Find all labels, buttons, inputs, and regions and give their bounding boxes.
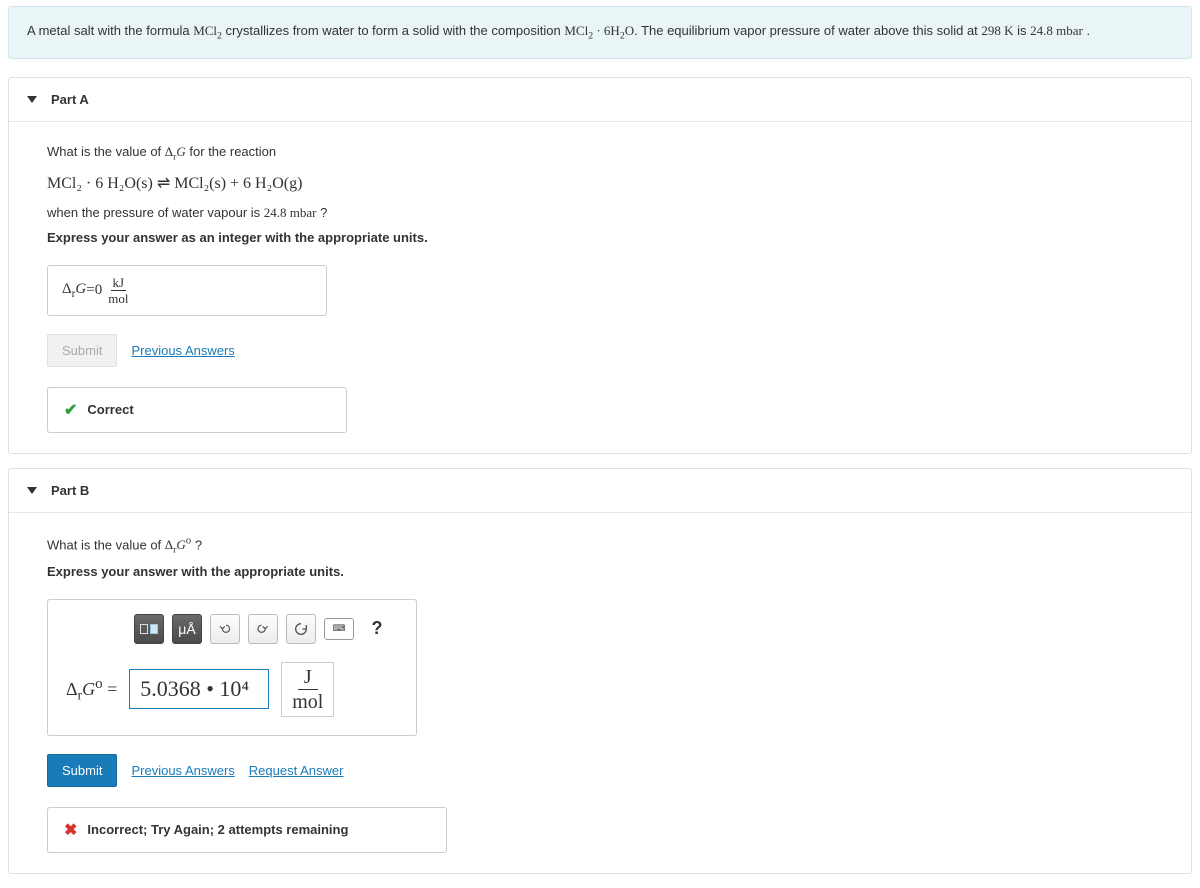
part-a-answer-display: ΔrG = 0 kJ mol: [47, 265, 327, 316]
equals: =: [86, 282, 94, 299]
check-icon: ✔: [64, 400, 77, 420]
previous-answers-link[interactable]: Previous Answers: [131, 763, 234, 778]
part-a-question: What is the value of ΔrG for the reactio…: [47, 140, 1153, 167]
pressure: 24.8 mbar: [1030, 23, 1083, 38]
keyboard-icon: ⌨: [333, 623, 346, 634]
unit-numerator: kJ: [111, 276, 127, 291]
units-button[interactable]: μÅ: [172, 614, 202, 644]
previous-answers-link[interactable]: Previous Answers: [131, 343, 234, 358]
input-toolbar: μÅ ⌨ ?: [134, 614, 398, 644]
caret-down-icon: [27, 487, 37, 494]
feedback-text: Incorrect; Try Again; 2 attempts remaini…: [87, 822, 348, 837]
part-b-question: What is the value of ΔrGo ?: [47, 531, 1153, 560]
answer-lhs: ΔrG: [62, 281, 86, 300]
part-b-title: Part B: [51, 483, 89, 498]
undo-icon: [217, 621, 233, 637]
part-a-instructions: Express your answer as an integer with t…: [47, 226, 1153, 251]
intro-text: .: [1083, 23, 1090, 38]
keyboard-button[interactable]: ⌨: [324, 618, 354, 640]
answer-units: kJ mol: [108, 276, 128, 305]
value-input[interactable]: 5.0368 • 10⁴: [129, 669, 269, 709]
part-b-input-panel: μÅ ⌨ ? ΔrGo = 5.0368 • 10⁴: [47, 599, 417, 736]
delta-r-g-symbol: ΔrG: [165, 144, 186, 159]
intro-text: is: [1014, 23, 1031, 38]
unit-denominator: mol: [292, 690, 323, 712]
help-button[interactable]: ?: [362, 614, 392, 644]
answer-value: 0: [95, 282, 103, 299]
q-text: What is the value of: [47, 537, 165, 552]
redo-icon: [255, 621, 271, 637]
part-a-feedback: ✔ Correct: [47, 387, 347, 433]
feedback-text: Correct: [87, 402, 133, 417]
template-slot-icon: [140, 624, 148, 634]
part-a-body: What is the value of ΔrG for the reactio…: [9, 122, 1191, 452]
reaction-equation: MCl₂ · 6 H₂O(s) ⇌ MCl₂(s) + 6 H₂O(g): [47, 173, 1153, 193]
reset-icon: [293, 621, 309, 637]
part-a-condition: when the pressure of water vapour is 24.…: [47, 201, 1153, 226]
pressure-value: 24.8 mbar: [264, 205, 317, 220]
q-text: ?: [191, 537, 202, 552]
part-b-instructions: Express your answer with the appropriate…: [47, 560, 1153, 585]
unit-input[interactable]: J mol: [281, 662, 334, 717]
q-text: What is the value of: [47, 144, 165, 159]
intro-text: . The equilibrium vapor pressure of wate…: [634, 23, 981, 38]
request-answer-link[interactable]: Request Answer: [249, 763, 344, 778]
part-b-body: What is the value of ΔrGo ? Express your…: [9, 513, 1191, 873]
part-b-header[interactable]: Part B: [9, 469, 1191, 513]
part-a-buttons: Submit Previous Answers: [47, 334, 1153, 367]
temperature: 298 K: [981, 23, 1013, 38]
q-text: ?: [317, 205, 328, 220]
submit-button: Submit: [47, 334, 117, 367]
intro-text: A metal salt with the formula: [27, 23, 193, 38]
q-text: for the reaction: [186, 144, 276, 159]
delta-r-g-std-symbol: ΔrGo: [165, 537, 191, 552]
part-a-title: Part A: [51, 92, 89, 107]
cross-icon: ✖: [64, 820, 77, 840]
part-b-feedback: ✖ Incorrect; Try Again; 2 attempts remai…: [47, 807, 447, 853]
template-button[interactable]: [134, 614, 164, 644]
undo-button[interactable]: [210, 614, 240, 644]
answer-lhs: ΔrGo =: [66, 676, 117, 704]
formula-mcl2: MCl2: [193, 23, 222, 38]
submit-button[interactable]: Submit: [47, 754, 117, 787]
q-text: when the pressure of water vapour is: [47, 205, 264, 220]
caret-down-icon: [27, 96, 37, 103]
part-b: Part B What is the value of ΔrGo ? Expre…: [8, 468, 1192, 874]
unit-denominator: mol: [108, 291, 128, 305]
part-b-buttons: Submit Previous Answers Request Answer: [47, 754, 1153, 787]
part-a-header[interactable]: Part A: [9, 78, 1191, 122]
problem-intro: A metal salt with the formula MCl2 cryst…: [8, 6, 1192, 59]
reset-button[interactable]: [286, 614, 316, 644]
unit-numerator: J: [298, 667, 318, 690]
answer-input-row: ΔrGo = 5.0368 • 10⁴ J mol: [66, 662, 398, 717]
intro-text: crystallizes from water to form a solid …: [222, 23, 564, 38]
template-slot-icon: [150, 624, 158, 634]
redo-button[interactable]: [248, 614, 278, 644]
formula-hydrate: MCl2 · 6H2O: [564, 23, 634, 38]
part-a: Part A What is the value of ΔrG for the …: [8, 77, 1192, 453]
